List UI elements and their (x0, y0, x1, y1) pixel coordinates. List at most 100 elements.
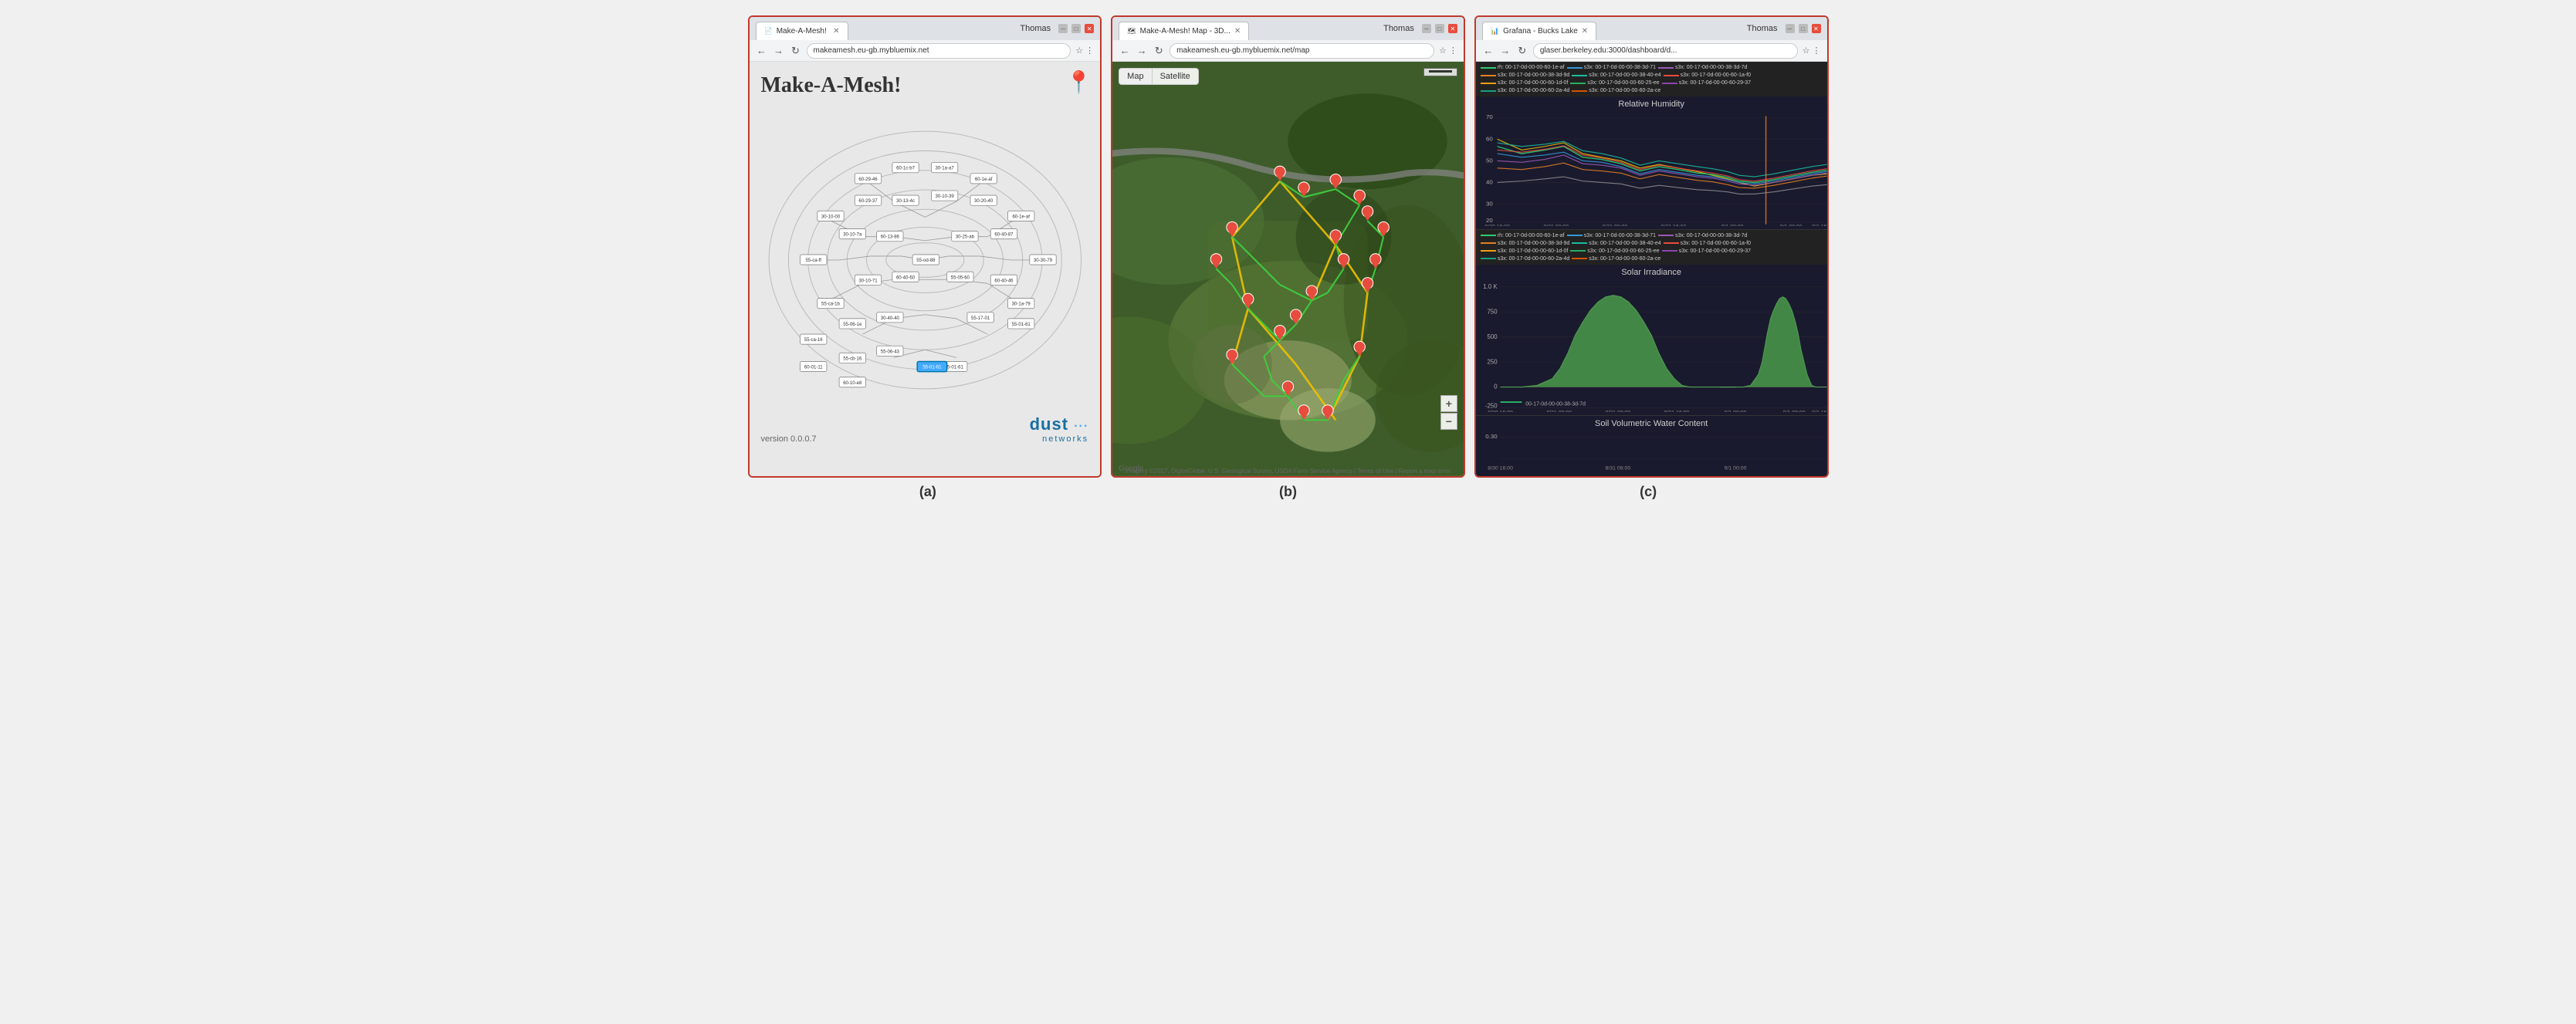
legend-item-l2-8: s3x: 00-17-0d-00-00-60-29-37 (1662, 248, 1751, 254)
svg-text:55-ca-16: 55-ca-16 (804, 338, 823, 343)
legend-item-8: s3x: 00-17-0d-00-00-60-29-37 (1662, 80, 1751, 86)
toolbar-icons-b: ☆ ⋮ (1439, 46, 1457, 56)
legend-item-l2-2: s3x: 00-17-0d-00-00-38-3d-7d (1658, 233, 1747, 238)
svg-text:00-17-0d-00-00-38-3d-7d: 00-17-0d-00-00-38-3d-7d (1525, 400, 1586, 407)
legend-item-2: s3x: 00-17-0d-00-00-38-3d-7d (1658, 65, 1747, 70)
close-btn-c[interactable]: ✕ (1812, 24, 1821, 33)
maximize-btn-a[interactable]: □ (1071, 24, 1081, 33)
content-area-c: rh: 00-17-0d-00-00-60-1e-af s3x: 00-17-0… (1476, 62, 1827, 476)
panel-chart-solar[interactable]: 1.0 K 750 500 250 0 -250 (1476, 279, 1827, 412)
svg-text:30-10-71: 30-10-71 (858, 279, 878, 283)
title-bar-c: 📊 Grafana - Bucks Lake ✕ Thomas ─ □ ✕ (1476, 17, 1827, 40)
legend-label-0: rh: 00-17-0d-00-00-60-1e-af (1498, 65, 1565, 70)
dust-text: dust (1030, 414, 1068, 434)
close-tab-c[interactable]: ✕ (1582, 27, 1588, 35)
panel-title-soil: Soil Volumetric Water Content (1476, 416, 1827, 430)
legend-item-4: s3x: 00-17-0d-00-00-38-40-e4 (1572, 73, 1660, 78)
legend-item-1: s3x: 00-17-0d-00-00-38-3d-71 (1567, 65, 1656, 70)
maximize-btn-c[interactable]: □ (1799, 24, 1808, 33)
legend-label-l2-9: s3x: 00-17-0d-00-00-60-2a-4d (1498, 256, 1569, 262)
menu-icon-a[interactable]: ⋮ (1085, 46, 1094, 56)
legend-color-9 (1481, 90, 1496, 92)
svg-text:60-13-86: 60-13-86 (880, 235, 899, 240)
panel-chart-rh[interactable]: 70 60 50 40 30 20 (1476, 110, 1827, 226)
grafana-legend-1: rh: 00-17-0d-00-00-60-1e-af s3x: 00-17-0… (1476, 62, 1827, 96)
menu-icon-c[interactable]: ⋮ (1813, 46, 1821, 56)
back-btn-c[interactable]: ← (1482, 45, 1494, 57)
tab-title-c: Grafana - Bucks Lake (1503, 27, 1578, 35)
svg-text:8/31 08:00: 8/31 08:00 (1602, 225, 1627, 226)
legend-color-5 (1664, 75, 1679, 76)
minimize-btn-b[interactable]: ─ (1422, 24, 1431, 33)
svg-text:9/1 08:00: 9/1 08:00 (1780, 225, 1803, 226)
legend-item-10: s3x: 00-17-0d-00-00-60-2a-ce (1572, 88, 1660, 93)
legend-color-1 (1567, 67, 1582, 69)
maximize-btn-b[interactable]: □ (1435, 24, 1444, 33)
mesh-title: Make-A-Mesh! (761, 73, 1089, 98)
grafana-panel-rh: Relative Humidity 70 60 50 40 30 20 (1476, 96, 1827, 230)
minimize-btn-a[interactable]: ─ (1058, 24, 1068, 33)
forward-btn-a[interactable]: → (773, 45, 785, 57)
panel-chart-soil[interactable]: 0.30 8/30 16:00 8/31 08:00 9/1 00:00 (1476, 430, 1827, 473)
legend-label-l2-8: s3x: 00-17-0d-00-00-60-29-37 (1679, 248, 1751, 254)
svg-text:8/31 16:00: 8/31 16:00 (1661, 225, 1687, 226)
legend-color-l2-0 (1481, 235, 1496, 236)
legend-color-3 (1481, 75, 1496, 76)
reload-btn-c[interactable]: ↻ (1516, 45, 1528, 57)
svg-text:8/30 16:00: 8/30 16:00 (1488, 409, 1513, 412)
svg-text:55-17-01: 55-17-01 (971, 316, 990, 321)
legend-item-3: s3x: 00-17-0d-00-00-38-3d-9d (1481, 73, 1569, 78)
legend-label-6: s3x: 00-17-0d-00-00-60-1d-0f (1498, 80, 1568, 86)
zoom-in-btn[interactable]: + (1440, 395, 1457, 412)
tab-strip-c: 📊 Grafana - Bucks Lake ✕ (1482, 17, 1742, 40)
mesh-svg: 60-29-46 60-1c-b7 30-1a-a7 60-1e-af 30-1… (761, 113, 1089, 407)
svg-text:60-10-e8: 60-10-e8 (843, 381, 862, 386)
svg-text:50: 50 (1486, 157, 1493, 164)
forward-btn-b[interactable]: → (1136, 45, 1148, 57)
legend-item-l2-7: s3x: 00-17-0d-00-00-60-25-ee (1570, 248, 1659, 254)
legend-label-l2-7: s3x: 00-17-0d-00-00-60-25-ee (1587, 248, 1659, 254)
address-input-a[interactable]: makeamesh.eu-gb.mybluemix.net (807, 43, 1071, 59)
bookmark-icon-b[interactable]: ☆ (1439, 46, 1447, 56)
tab-strip-b: 🗺 Make-A-Mesh! Map - 3D... ✕ (1119, 17, 1379, 40)
menu-icon-b[interactable]: ⋮ (1449, 46, 1457, 56)
close-btn-b[interactable]: ✕ (1448, 24, 1457, 33)
legend-color-l2-4 (1572, 242, 1587, 244)
dust-logo: dust ··· networks (1030, 414, 1089, 444)
user-name-b: Thomas (1383, 24, 1414, 33)
svg-text:55-06-1e: 55-06-1e (843, 323, 862, 327)
svg-text:9/1 00:00: 9/1 00:00 (1724, 409, 1746, 412)
map-type-toolbar: Map Satellite (1119, 68, 1199, 85)
legend-color-0 (1481, 67, 1496, 69)
legend-item-0: rh: 00-17-0d-00-00-60-1e-af (1481, 65, 1565, 70)
close-tab-b[interactable]: ✕ (1234, 27, 1241, 35)
legend-color-l2-9 (1481, 258, 1496, 259)
tab-b[interactable]: 🗺 Make-A-Mesh! Map - 3D... ✕ (1119, 22, 1249, 40)
forward-btn-c[interactable]: → (1499, 45, 1511, 57)
bookmark-icon-a[interactable]: ☆ (1075, 46, 1083, 56)
caption-a: (a) (748, 484, 1109, 500)
user-name-a: Thomas (1020, 24, 1051, 33)
legend-color-l2-1 (1567, 235, 1582, 236)
svg-text:30-10-7a: 30-10-7a (843, 233, 862, 238)
map-btn-satellite[interactable]: Satellite (1153, 69, 1198, 84)
address-input-b[interactable]: makeamesh.eu-gb.mybluemix.net/map (1170, 43, 1434, 59)
back-btn-a[interactable]: ← (756, 45, 768, 57)
back-btn-b[interactable]: ← (1119, 45, 1131, 57)
legend-label-9: s3x: 00-17-0d-00-00-60-2a-4d (1498, 88, 1569, 93)
address-input-c[interactable]: glaser.berkeley.edu:3000/dashboard/d... (1533, 43, 1798, 59)
svg-text:40: 40 (1486, 179, 1493, 186)
tab-c[interactable]: 📊 Grafana - Bucks Lake ✕ (1482, 22, 1596, 40)
reload-btn-a[interactable]: ↻ (790, 45, 802, 57)
legend-color-7 (1570, 83, 1586, 84)
tab-a[interactable]: 📄 Make-A-Mesh! ✕ (756, 22, 848, 40)
panel-title-rh: Relative Humidity (1476, 96, 1827, 110)
bookmark-icon-c[interactable]: ☆ (1803, 46, 1810, 56)
minimize-btn-c[interactable]: ─ (1786, 24, 1795, 33)
close-tab-a[interactable]: ✕ (833, 27, 839, 35)
map-btn-map[interactable]: Map (1119, 69, 1152, 84)
close-btn-a[interactable]: ✕ (1085, 24, 1094, 33)
reload-btn-b[interactable]: ↻ (1153, 45, 1165, 57)
legend-item-l2-0: rh: 00-17-0d-00-00-60-1e-af (1481, 233, 1565, 238)
zoom-out-btn[interactable]: − (1440, 413, 1457, 430)
